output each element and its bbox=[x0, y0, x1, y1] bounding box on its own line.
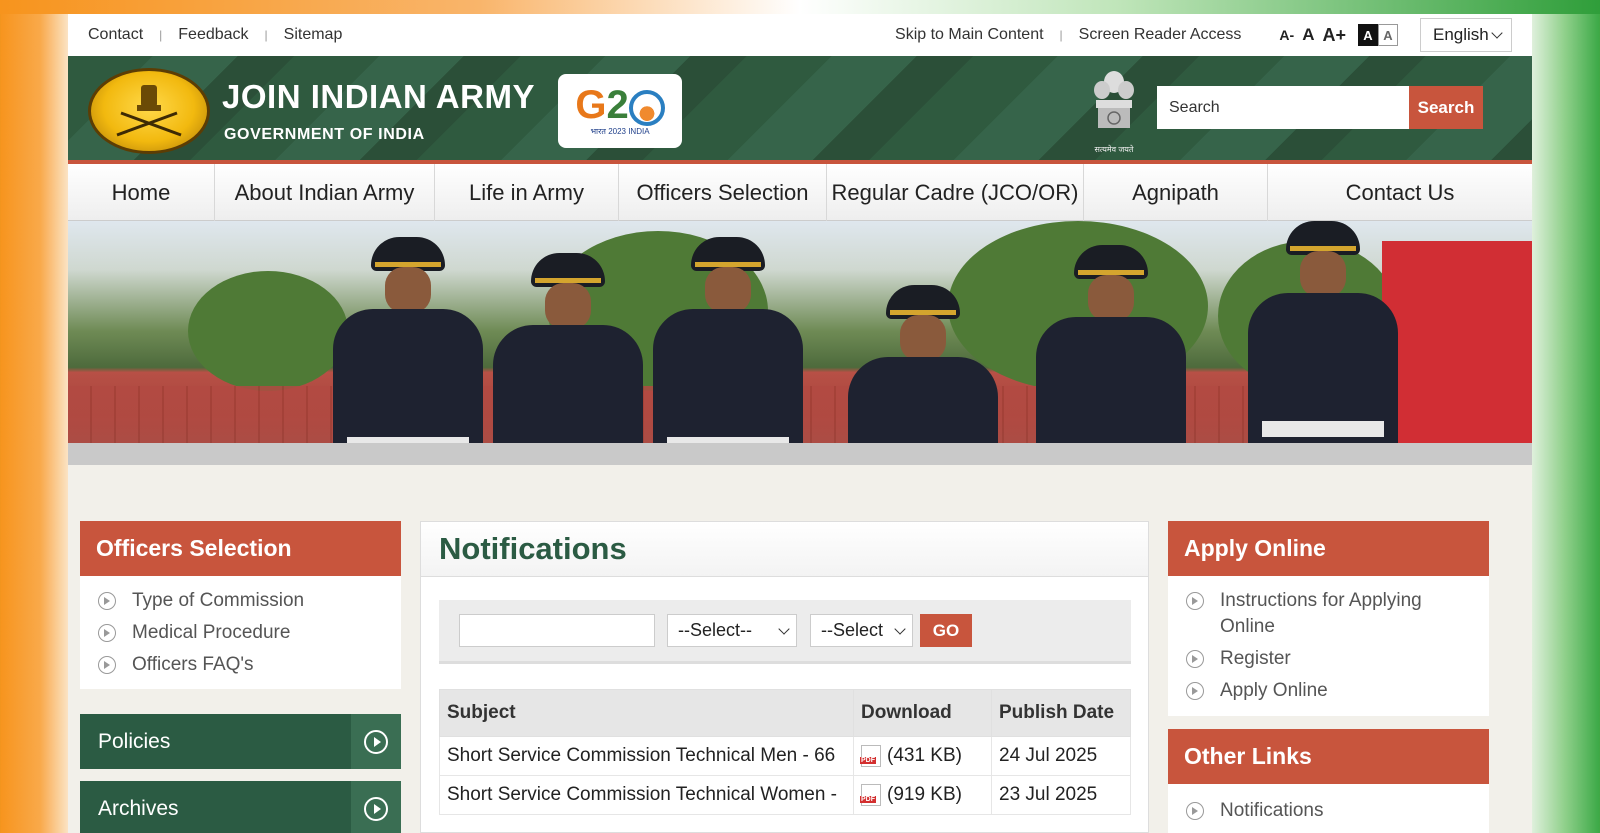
army-emblem-logo[interactable] bbox=[88, 68, 210, 154]
tricolor-strip bbox=[0, 0, 1600, 14]
column-subject: Subject bbox=[439, 689, 854, 737]
link-apply-online[interactable]: Apply Online bbox=[1186, 678, 1471, 704]
circle-arrow-icon bbox=[98, 592, 116, 610]
circle-arrow-icon bbox=[1186, 592, 1204, 610]
font-size-controls: A- A A+ A A bbox=[1279, 24, 1398, 46]
circle-arrow-icon bbox=[98, 656, 116, 674]
link-medical-procedure[interactable]: Medical Procedure bbox=[98, 620, 383, 646]
crossed-swords-icon bbox=[116, 85, 182, 137]
archives-button[interactable]: Archives bbox=[80, 781, 401, 833]
circle-arrow-icon bbox=[1186, 682, 1204, 700]
filter-bar: --Select-- --Select GO bbox=[439, 600, 1131, 664]
nav-regular-cadre[interactable]: Regular Cadre (JCO/OR) bbox=[827, 164, 1084, 221]
nav-life-in-army[interactable]: Life in Army bbox=[435, 164, 619, 221]
subject-cell[interactable]: Short Service Commission Technical Women… bbox=[439, 775, 854, 815]
hero-banner bbox=[68, 221, 1532, 465]
nav-agnipath[interactable]: Agnipath bbox=[1084, 164, 1268, 221]
panel-title: Officers Selection bbox=[80, 521, 401, 576]
apply-online-panel: Apply Online Instructions for Applying O… bbox=[1168, 521, 1489, 716]
panel-title: Apply Online bbox=[1168, 521, 1489, 576]
chevron-down-icon bbox=[1491, 27, 1503, 39]
font-increase-button[interactable]: A+ bbox=[1322, 25, 1346, 46]
keyword-input[interactable] bbox=[459, 614, 655, 647]
notifications-panel: Notifications --Select-- --Select GO Sub… bbox=[420, 521, 1149, 833]
column-download: Download bbox=[853, 689, 992, 737]
panel-title: Other Links bbox=[1168, 729, 1489, 784]
chevron-down-icon bbox=[894, 622, 906, 635]
site-header: JOIN INDIAN ARMY GOVERNMENT OF INDIA G2 … bbox=[68, 56, 1532, 164]
skip-to-main-link[interactable]: Skip to Main Content bbox=[895, 26, 1044, 44]
nav-about-indian-army[interactable]: About Indian Army bbox=[215, 164, 435, 221]
date-cell: 24 Jul 2025 bbox=[991, 736, 1131, 776]
site-subtitle: GOVERNMENT OF INDIA bbox=[224, 126, 425, 143]
normal-contrast-button[interactable]: A bbox=[1378, 24, 1398, 46]
officers-selection-panel: Officers Selection Type of Commission Me… bbox=[80, 521, 401, 689]
site-title: JOIN INDIAN ARMY bbox=[222, 78, 535, 115]
g20-logo: G2 भारत 2023 INDIA bbox=[558, 74, 682, 148]
circle-arrow-icon bbox=[1186, 650, 1204, 668]
high-contrast-button[interactable]: A bbox=[1358, 24, 1378, 46]
circle-arrow-right-icon bbox=[364, 796, 388, 821]
utility-bar: Contact | Feedback | Sitemap Skip to Mai… bbox=[68, 14, 1532, 56]
sitemap-link[interactable]: Sitemap bbox=[284, 26, 343, 44]
national-motto: सत्यमेव जयते bbox=[1094, 145, 1134, 154]
column-publish-date: Publish Date bbox=[991, 689, 1131, 737]
notifications-table: Subject Download Publish Date Short Serv… bbox=[439, 689, 1131, 815]
search-button[interactable]: Search bbox=[1409, 86, 1483, 129]
link-register[interactable]: Register bbox=[1186, 646, 1471, 672]
date-cell: 23 Jul 2025 bbox=[991, 775, 1131, 815]
table-row: Short Service Commission Technical Women… bbox=[439, 775, 1131, 815]
language-select[interactable]: English bbox=[1420, 18, 1512, 52]
subject-cell[interactable]: Short Service Commission Technical Men -… bbox=[439, 736, 854, 776]
pdf-icon bbox=[860, 783, 881, 806]
year-select[interactable]: --Select bbox=[810, 614, 913, 647]
contrast-controls: A A bbox=[1358, 24, 1398, 46]
search-input[interactable] bbox=[1157, 86, 1409, 129]
notifications-title: Notifications bbox=[421, 522, 1148, 577]
font-decrease-button[interactable]: A- bbox=[1279, 27, 1294, 43]
download-cell[interactable]: (431 KB) bbox=[853, 736, 992, 776]
circle-arrow-icon bbox=[98, 624, 116, 642]
nav-contact-us[interactable]: Contact Us bbox=[1268, 164, 1532, 221]
pdf-icon bbox=[860, 744, 881, 767]
nav-home[interactable]: Home bbox=[68, 164, 215, 221]
link-type-of-commission[interactable]: Type of Commission bbox=[98, 588, 383, 614]
language-value: English bbox=[1433, 25, 1489, 44]
chevron-down-icon bbox=[778, 622, 790, 635]
screen-reader-link[interactable]: Screen Reader Access bbox=[1079, 26, 1242, 44]
link-officers-faq[interactable]: Officers FAQ's bbox=[98, 652, 383, 678]
circle-arrow-icon bbox=[1186, 802, 1204, 820]
category-select[interactable]: --Select-- bbox=[667, 614, 797, 647]
policies-button[interactable]: Policies bbox=[80, 714, 401, 769]
search-form: Search bbox=[1157, 86, 1483, 129]
feedback-link[interactable]: Feedback bbox=[178, 26, 248, 44]
link-notifications[interactable]: Notifications bbox=[1186, 798, 1471, 824]
font-normal-button[interactable]: A bbox=[1302, 25, 1314, 45]
other-links-panel: Other Links Notifications bbox=[1168, 729, 1489, 833]
main-nav: Home About Indian Army Life in Army Offi… bbox=[68, 164, 1532, 221]
download-cell[interactable]: (919 KB) bbox=[853, 775, 992, 815]
go-button[interactable]: GO bbox=[920, 614, 972, 647]
contact-link[interactable]: Contact bbox=[88, 26, 143, 44]
page-container: Contact | Feedback | Sitemap Skip to Mai… bbox=[68, 14, 1532, 833]
nav-officers-selection[interactable]: Officers Selection bbox=[619, 164, 827, 221]
national-emblem-logo: सत्यमेव जयते bbox=[1088, 68, 1140, 156]
circle-arrow-right-icon bbox=[364, 729, 388, 754]
link-instructions-for-applying[interactable]: Instructions for Applying Online bbox=[1186, 588, 1471, 640]
lion-capital-icon bbox=[1094, 71, 1134, 128]
table-row: Short Service Commission Technical Men -… bbox=[439, 736, 1131, 776]
